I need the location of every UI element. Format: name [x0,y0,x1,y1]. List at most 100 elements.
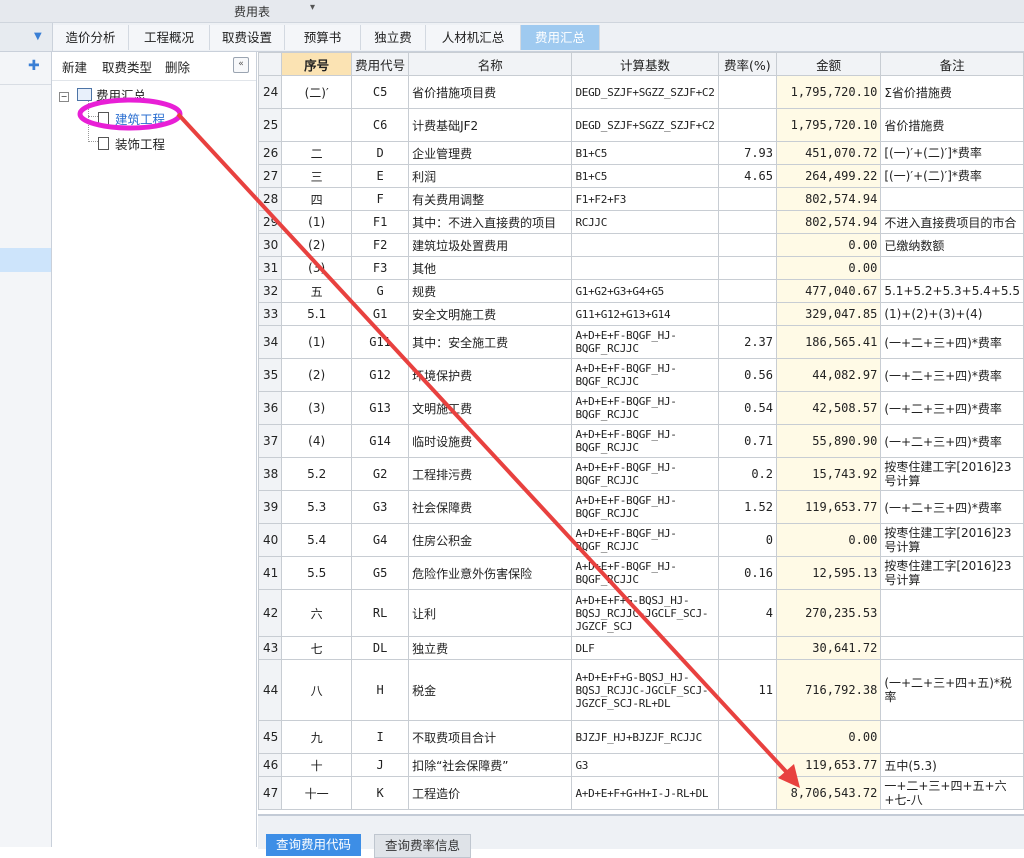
cell-rate[interactable]: 7.93 [717,141,778,165]
cell-amount[interactable]: 270,235.53 [775,589,882,637]
cell-note[interactable]: 5.1+5.2+5.3+5.4+5.5 [880,279,1024,303]
cell-amount[interactable]: 55,890.90 [775,424,882,458]
tree-item-building[interactable]: 建筑工程 [98,109,165,128]
cell-rate[interactable] [717,302,778,326]
cell-note[interactable]: (一+二+三+四)*费率 [880,325,1024,359]
row-number[interactable]: 27 [258,164,283,188]
table-row[interactable]: 44 八 H 税金 A+D+E+F+G-BQSJ_HJ-BQSJ_RCJJC-JGCLF… [258,659,1024,721]
cell-seq[interactable]: 六 [281,589,353,637]
row-number[interactable]: 38 [258,457,283,491]
table-row[interactable]: 41 5.5 G5 危险作业意外伤害保险 A+D+E+F-BQGF_HJ-BQGF_RC… [258,556,1024,590]
cell-name[interactable]: 住房公积金 [408,523,573,557]
row-number[interactable]: 25 [258,108,283,142]
cell-note[interactable]: 已缴纳数额 [880,233,1024,257]
table-row[interactable]: 34 (1) G11 其中：安全施工费 A+D+E+F-BQGF_HJ-BQGF_RCJ… [258,325,1024,359]
cell-name[interactable]: 临时设施费 [408,424,573,458]
cell-name[interactable]: 社会保障费 [408,490,573,524]
table-row[interactable]: 30 (2) F2 建筑垃圾处置费用 0.00 已缴纳数额 [258,233,1024,257]
table-row[interactable]: 33 5.1 G1 安全文明施工费 G11+G12+G13+G14 329,047.85(… [258,302,1024,326]
cell-amount[interactable]: 119,653.77 [775,753,882,777]
cell-rate[interactable] [717,108,778,142]
cell-name[interactable]: 扣除“社会保障费” [408,753,573,777]
cell-name[interactable]: 税金 [408,659,573,721]
cell-rate[interactable] [717,279,778,303]
row-number[interactable]: 39 [258,490,283,524]
cell-seq[interactable]: 十 [281,753,353,777]
cell-note[interactable] [880,256,1024,280]
cell-rate[interactable]: 0.54 [717,391,778,425]
row-number[interactable]: 32 [258,279,283,303]
cell-amount[interactable]: 30,641.72 [775,636,882,660]
cell-name[interactable]: 其中：不进入直接费的项目 [408,210,573,234]
table-row[interactable]: 24 (二)′ C5 省价措施项目费 DEGD_SZJF+SGZZ_SZJF+C2 1,7… [258,75,1024,109]
cell-amount[interactable]: 1,795,720.10 [775,108,882,142]
collapse-node-icon[interactable]: − [59,92,69,102]
cell-rate[interactable] [717,187,778,211]
cell-name[interactable]: 计费基础JF2 [408,108,573,142]
cell-seq[interactable]: 二 [281,141,353,165]
new-button[interactable]: 新建 [62,57,87,76]
cell-base[interactable]: A+D+E+F+G-BQSJ_HJ-BQSJ_RCJJC-JGCLF_SCJ-J… [571,659,719,721]
cell-seq[interactable]: (3) [281,256,353,280]
cell-name[interactable]: 其中：安全施工费 [408,325,573,359]
table-row[interactable]: 25 C6 计费基础JF2 DEGD_SZJF+SGZZ_SZJF+C2 1,795,7… [258,108,1024,142]
cell-amount[interactable]: 0.00 [775,720,882,754]
cell-note[interactable] [880,187,1024,211]
cell-code[interactable]: F3 [351,256,410,280]
cell-amount[interactable]: 44,082.97 [775,358,882,392]
cell-note[interactable]: (1)+(2)+(3)+(4) [880,302,1024,326]
cell-amount[interactable]: 0.00 [775,523,882,557]
cell-base[interactable]: G11+G12+G13+G14 [571,302,719,326]
query-fee-code-button[interactable]: 查询费用代码 [266,834,362,856]
cell-code[interactable]: G1 [351,302,410,326]
cell-rate[interactable]: 2.37 [717,325,778,359]
tab-cost-analysis[interactable]: 造价分析 [53,25,129,50]
tab-labor-material-summary[interactable]: 人材机汇总 [426,25,521,50]
cell-name[interactable]: 省价措施项目费 [408,75,573,109]
cell-rate[interactable]: 0 [717,523,778,557]
row-number[interactable]: 46 [258,753,283,777]
table-row[interactable]: 27 三 E 利润 B1+C5 4.65 264,499.22 [(一)′+(二)′]*费率 [258,164,1024,188]
cell-name[interactable]: 安全文明施工费 [408,302,573,326]
header-rate[interactable]: 费率(%) [717,52,778,76]
cell-code[interactable]: G4 [351,523,410,557]
cell-base[interactable]: DEGD_SZJF+SGZZ_SZJF+C2 [571,75,719,109]
table-row[interactable]: 35 (2) G12 环境保护费 A+D+E+F-BQGF_HJ-BQGF_RCJJC 0… [258,358,1024,392]
tab-project-overview[interactable]: 工程概况 [129,25,210,50]
cell-note[interactable]: Σ省价措施费 [880,75,1024,109]
cell-seq[interactable]: (2) [281,233,353,257]
pin-icon[interactable]: ✚ [28,58,40,74]
cell-name[interactable]: 危险作业意外伤害保险 [408,556,573,590]
cell-name[interactable]: 让利 [408,589,573,637]
cell-note[interactable]: (一+二+三+四)*费率 [880,358,1024,392]
cell-code[interactable]: I [351,720,410,754]
cell-code[interactable]: G14 [351,424,410,458]
row-number[interactable]: 31 [258,256,283,280]
tab-independent-fee[interactable]: 独立费 [361,25,426,50]
cell-rate[interactable]: 1.52 [717,490,778,524]
table-row[interactable]: 46 十 J 扣除“社会保障费” G3 119,653.77 五中(5.3) [258,753,1024,777]
cell-seq[interactable]: 5.5 [281,556,353,590]
row-number[interactable]: 33 [258,302,283,326]
cell-rate[interactable]: 0.2 [717,457,778,491]
cell-name[interactable]: 工程造价 [408,776,573,810]
cell-base[interactable] [571,233,719,257]
cell-base[interactable]: G3 [571,753,719,777]
cell-amount[interactable]: 0.00 [775,233,882,257]
cell-note[interactable]: [(一)′+(二)′]*费率 [880,164,1024,188]
cell-amount[interactable]: 716,792.38 [775,659,882,721]
cell-rate[interactable] [717,233,778,257]
cell-note[interactable] [880,720,1024,754]
cell-seq[interactable]: 5.4 [281,523,353,557]
row-number[interactable]: 40 [258,523,283,557]
query-rate-info-button[interactable]: 查询费率信息 [374,834,472,858]
cell-base[interactable]: BJZJF_HJ+BJZJF_RCJJC [571,720,719,754]
cell-seq[interactable]: (二)′ [281,75,353,109]
cell-name[interactable]: 有关费用调整 [408,187,573,211]
cell-base[interactable]: A+D+E+F+G+H+I-J-RL+DL [571,776,719,810]
cell-rate[interactable] [717,720,778,754]
cell-note[interactable]: 按枣住建工字[2016]23号计算 [880,457,1024,491]
cell-seq[interactable]: (2) [281,358,353,392]
cell-code[interactable]: G3 [351,490,410,524]
cell-note[interactable]: (一+二+三+四)*费率 [880,424,1024,458]
